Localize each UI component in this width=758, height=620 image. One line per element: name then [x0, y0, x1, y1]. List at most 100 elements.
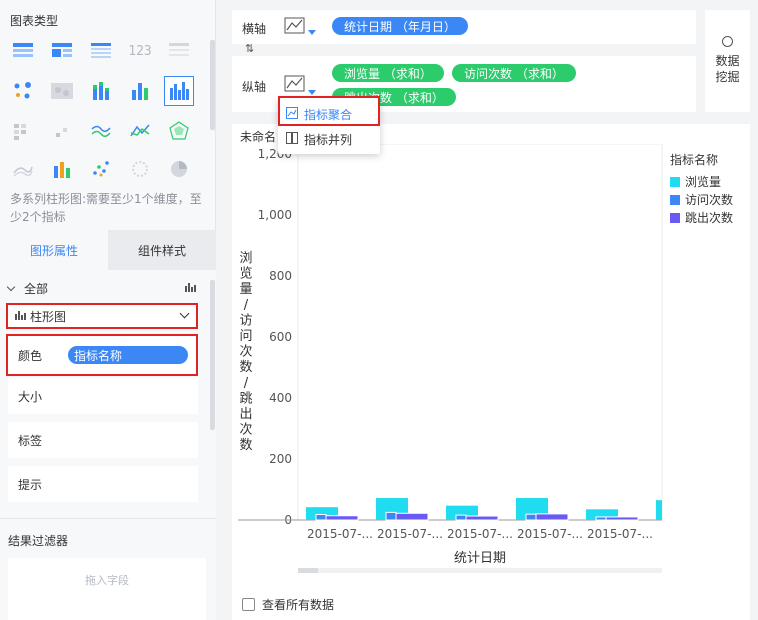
caret-down-icon[interactable] — [308, 30, 316, 35]
bar — [535, 513, 569, 521]
legend-title: 指标名称 — [670, 152, 718, 167]
y-tick-label: 1,000 — [258, 208, 292, 222]
x-tick-label: 2015-07-... — [447, 527, 513, 541]
view-all-label: 查看所有数据 — [262, 598, 335, 612]
grid-heat-icon[interactable] — [8, 116, 38, 146]
area-line-icon[interactable] — [8, 154, 38, 184]
vertical-field-pill[interactable]: 访问次数 （求和） — [452, 64, 576, 82]
left-panel: 图表类型 123 多系列柱形图:需要至少1个维度，至少2个指标 图形属性 组件样… — [0, 0, 216, 620]
chart-type-grid: 123 — [8, 36, 204, 186]
y-tick-label: 200 — [269, 452, 292, 466]
legend-swatch — [670, 177, 680, 187]
detail-table-icon[interactable] — [86, 36, 116, 66]
line-icon[interactable] — [125, 116, 155, 146]
x-tick-label: 2015-07-... — [377, 527, 443, 541]
filter-title: 结果过滤器 — [8, 534, 69, 548]
chart-types-title: 图表类型 — [10, 14, 59, 28]
bar — [385, 511, 397, 521]
horizontal-field-pill[interactable]: 统计日期 （年月日） — [332, 17, 468, 35]
menu-item-parallel[interactable]: 指标并列 — [286, 131, 352, 148]
all-row[interactable]: 全部 — [6, 280, 49, 297]
properties-scrollbar[interactable] — [210, 280, 215, 430]
heat-map-icon[interactable] — [47, 76, 77, 106]
combo-column-icon[interactable] — [47, 154, 77, 184]
x-scrollbar-thumb — [298, 568, 318, 573]
radar-icon[interactable] — [164, 116, 194, 146]
y-axis-title-char: 次 — [239, 422, 252, 438]
y-axis-title-char: 数 — [239, 438, 252, 453]
y-axis-title-char: / — [244, 298, 249, 313]
area-wave-icon[interactable] — [86, 116, 116, 146]
chevron-down-icon — [6, 282, 16, 292]
legend-label: 跳出次数 — [685, 210, 733, 225]
line-chart-icon[interactable] — [284, 16, 306, 39]
horizontal-axis-bar: 横轴 统计日期 （年月日） — [232, 10, 696, 44]
highlight-box — [6, 303, 198, 329]
vertical-field-pill[interactable]: 浏览量 （求和） — [332, 64, 444, 82]
y-axis-title-char: 量 — [239, 282, 252, 297]
y-axis-title-char: 数 — [239, 360, 252, 375]
bar — [325, 515, 359, 521]
bar-chart-small-icon — [184, 281, 196, 296]
bar — [315, 514, 327, 521]
bar-chart: 02004006008001,0001,2002015-07-... 2015-0… — [238, 144, 733, 573]
scatter-small-icon[interactable] — [47, 116, 77, 146]
data-mining-icon — [722, 36, 733, 47]
y-axis-title-char: 次 — [239, 344, 252, 360]
swap-axis-icon[interactable]: ⇅ — [245, 42, 254, 55]
bar — [455, 514, 467, 521]
x-scrollbar-track — [298, 568, 662, 573]
kpi-123-icon[interactable]: 123 — [125, 36, 155, 66]
y-axis-title-char: 访 — [239, 313, 252, 328]
y-axis-title-char: 跳 — [239, 391, 252, 406]
horizontal-axis-label: 横轴 — [242, 22, 267, 36]
chart-type-scrollbar[interactable] — [210, 40, 215, 130]
multi-column-icon[interactable] — [164, 76, 194, 106]
y-tick-label: 400 — [269, 391, 292, 405]
y-axis-title-char: 问 — [239, 329, 252, 344]
bar — [595, 516, 607, 521]
bar — [465, 515, 499, 521]
filter-drop-zone[interactable]: 拖入字段 — [8, 558, 206, 620]
y-axis-title-char: 览 — [239, 266, 252, 282]
group-table-icon[interactable] — [47, 36, 77, 66]
y-axis-title-char: / — [244, 376, 249, 391]
y-axis-title-char: 浏 — [239, 250, 252, 266]
legend-label: 浏览量 — [685, 174, 721, 189]
chart-title: 未命名 — [240, 130, 277, 144]
hint-card[interactable]: 提示 — [8, 466, 198, 502]
chart-panel: 未命名 0 200 400 600 800 1,000 1,200 2015-07-... 20… — [232, 124, 750, 620]
dot-map-icon[interactable] — [8, 76, 38, 106]
bar — [395, 512, 429, 521]
x-tick-label: 2015-07-... — [587, 527, 653, 541]
bubble-icon[interactable] — [125, 154, 155, 184]
data-mining-panel[interactable]: 数据 挖掘 — [705, 10, 750, 112]
menu-item-label: 指标并列 — [304, 133, 353, 147]
cross-table-icon[interactable] — [8, 36, 38, 66]
y-axis-title-char: 出 — [239, 407, 252, 422]
tab-graph-properties[interactable]: 图形属性 — [0, 230, 108, 270]
line-chart-icon[interactable] — [284, 74, 306, 97]
caret-down-icon[interactable] — [308, 90, 316, 95]
y-tick-label: 800 — [269, 269, 292, 283]
data-mining-label: 数据 挖掘 — [715, 54, 740, 84]
legend-label: 访问次数 — [685, 192, 733, 207]
legend-swatch — [670, 195, 680, 205]
scatter-icon[interactable] — [86, 154, 116, 184]
view-all-row[interactable]: 查看所有数据 — [242, 596, 334, 613]
tab-component-style[interactable]: 组件样式 — [108, 230, 216, 270]
all-label: 全部 — [24, 282, 49, 296]
view-all-checkbox[interactable] — [242, 598, 255, 611]
size-card[interactable]: 大小 — [8, 378, 198, 414]
bar — [656, 500, 662, 520]
x-axis-title: 统计日期 — [454, 551, 506, 566]
gray-table-icon[interactable] — [164, 36, 194, 66]
pie-icon[interactable] — [164, 154, 194, 184]
column-icon[interactable] — [125, 76, 155, 106]
bar — [525, 513, 537, 521]
parallel-icon — [286, 132, 298, 147]
label-card[interactable]: 标签 — [8, 422, 198, 458]
highlight-box — [6, 334, 198, 376]
stacked-bar-icon[interactable] — [86, 76, 116, 106]
chart-tip: 多系列柱形图:需要至少1个维度，至少2个指标 — [10, 192, 202, 224]
